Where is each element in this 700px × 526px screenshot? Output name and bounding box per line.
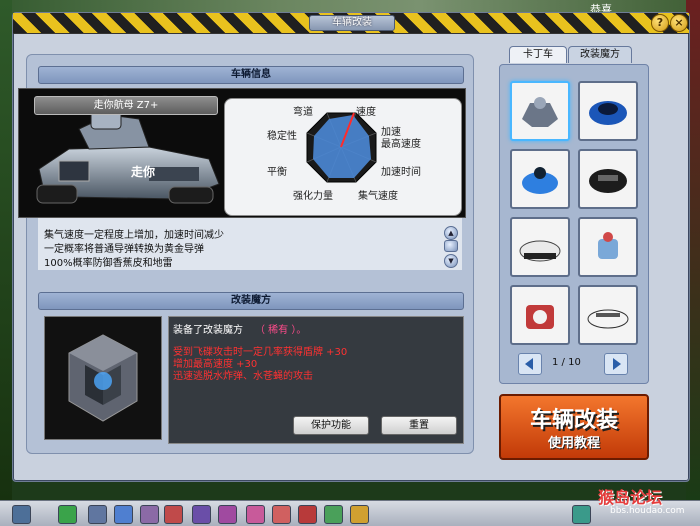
window-titlebar[interactable]: 车辆改装 ? ×: [13, 13, 689, 34]
arrow-right-icon: [613, 358, 621, 370]
sound-icon[interactable]: [572, 505, 591, 524]
scroll-down-icon[interactable]: ▼: [444, 254, 458, 268]
menu-icon[interactable]: [88, 505, 107, 524]
stat-label-accel-time: 加速时间: [381, 167, 421, 178]
tutorial-subtitle: 使用教程: [547, 436, 600, 451]
description-line-2: 一定概率将普通导弹转换为黄金导弹: [44, 244, 204, 255]
start-icon[interactable]: [12, 505, 31, 524]
reset-button[interactable]: 重置: [381, 416, 457, 435]
back-icon[interactable]: [58, 505, 77, 524]
background-scenery-left: [0, 0, 12, 500]
mod-cube-preview: [44, 316, 162, 440]
tutorial-button[interactable]: 车辆改装 使用教程: [499, 394, 649, 460]
stat-label-top-speed: 最高速度: [381, 139, 421, 150]
tab-kart[interactable]: 卡丁车: [509, 46, 567, 63]
vehicle-slot-7[interactable]: [510, 285, 570, 345]
car-icon-1: [522, 97, 558, 127]
guild-icon[interactable]: [272, 505, 291, 524]
window-title: 车辆改装: [309, 15, 395, 31]
mod-magic-header: 改装魔方: [38, 292, 464, 310]
scrollbar-thumb[interactable]: [444, 240, 458, 252]
stat-label-balance: 平衡: [267, 167, 287, 178]
car-icon-6: [598, 232, 618, 259]
vehicle-slot-5[interactable]: [510, 217, 570, 277]
page-indicator: 1 / 10: [552, 357, 581, 368]
stats-radar-chart: 弯道 速度 加速 最高速度 加速时间 集气速度 强化力量 平衡 稳定性: [224, 98, 462, 216]
description-line-3: 100%概率防御香蕉皮和地雷: [44, 258, 173, 269]
scroll-up-icon[interactable]: ▲: [444, 226, 458, 240]
car-icon-3: [522, 167, 558, 194]
home-icon[interactable]: [114, 505, 133, 524]
vehicle-info-header: 车辆信息: [38, 66, 464, 84]
equipped-name: （ 稀有 ）。: [255, 325, 307, 336]
stat-label-nitro-speed: 集气速度: [358, 191, 398, 202]
vehicle-slot-6[interactable]: [578, 217, 638, 277]
car-icon-4: [589, 169, 627, 193]
watermark-logo: 猴岛论坛: [598, 488, 663, 507]
mod-cube-icon: [68, 334, 138, 422]
vehicle-slot-1[interactable]: [510, 81, 570, 141]
protect-button[interactable]: 保护功能: [293, 416, 369, 435]
chat-icon[interactable]: [324, 505, 343, 524]
tutorial-title: 车辆改装: [529, 408, 618, 433]
car-icon-2: [589, 101, 627, 125]
tab-mod-magic[interactable]: 改装魔方: [568, 46, 632, 63]
mail-icon[interactable]: [246, 505, 265, 524]
vehicle-slot-4[interactable]: [578, 149, 638, 209]
vehicle-slot-2[interactable]: [578, 81, 638, 141]
description-line-1: 集气速度一定程度上增加，加速时间减少: [44, 230, 224, 241]
vehicle-description[interactable]: 集气速度一定程度上增加，加速时间减少 一定概率将普通导弹转换为黄金导弹 100%…: [38, 218, 462, 270]
equipped-prefix: 装备了改装魔方: [173, 325, 243, 336]
game-taskbar: [0, 500, 700, 526]
vehicle-logo-text: 走你: [131, 165, 156, 179]
stat-label-stability: 稳定性: [267, 131, 297, 142]
prev-page-button[interactable]: [518, 353, 542, 375]
tools-icon[interactable]: [140, 505, 159, 524]
close-icon[interactable]: ×: [670, 14, 688, 32]
event-icon[interactable]: [298, 505, 317, 524]
vehicle-slot-3[interactable]: [510, 149, 570, 209]
car-icon-5: [519, 240, 561, 262]
stat-label-corner: 弯道: [293, 107, 313, 118]
car-icon-7: [526, 305, 554, 329]
vehicle-grid-panel: [499, 64, 649, 384]
car-icon[interactable]: [164, 505, 183, 524]
friends-icon[interactable]: [218, 505, 237, 524]
help-icon[interactable]: ?: [651, 14, 669, 32]
stat-label-boost-power: 强化力量: [293, 191, 333, 202]
gift-icon[interactable]: [350, 505, 369, 524]
car-icon-8: [587, 309, 629, 329]
vehicle-slot-8[interactable]: [578, 285, 638, 345]
stat-label-speed: 速度: [356, 107, 376, 118]
vehicle-name-plate: 走你航母 Z7+: [34, 96, 218, 115]
arrow-left-icon: [525, 358, 533, 370]
mod-magic-effects: 装备了改装魔方 （ 稀有 ）。 受到飞碟攻击时一定几率获得盾牌 +30 增加最高…: [168, 316, 464, 444]
effect-line-3: 迅速逃脱水炸弹、水苍蝇的攻击: [173, 371, 313, 382]
shop-icon[interactable]: [192, 505, 211, 524]
radar-graph: [306, 112, 377, 183]
next-page-button[interactable]: [604, 353, 628, 375]
watermark-url: bbs.houdao.com: [610, 506, 685, 516]
